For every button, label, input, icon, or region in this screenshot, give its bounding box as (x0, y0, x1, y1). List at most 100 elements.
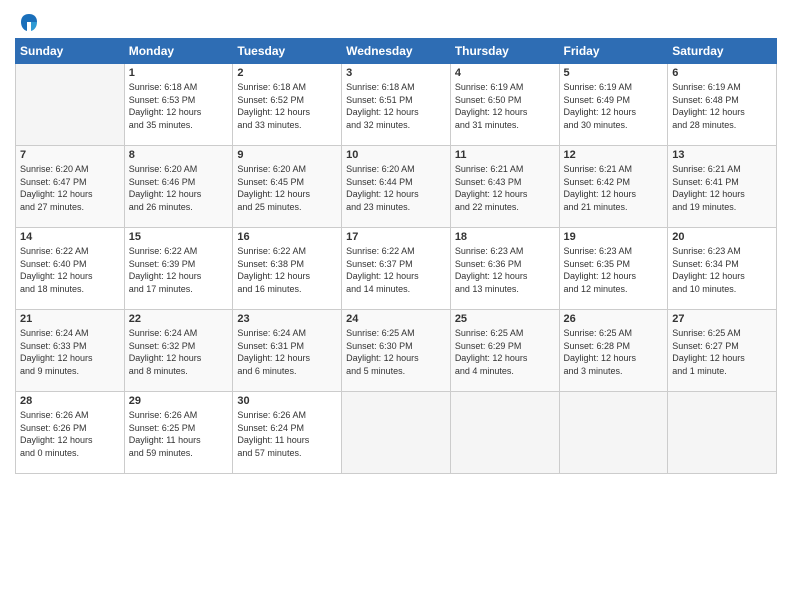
day-info: Sunrise: 6:19 AM Sunset: 6:48 PM Dayligh… (672, 81, 772, 131)
calendar-cell: 13Sunrise: 6:21 AM Sunset: 6:41 PM Dayli… (668, 146, 777, 228)
calendar-cell (450, 392, 559, 474)
day-number: 30 (237, 395, 337, 407)
day-info: Sunrise: 6:20 AM Sunset: 6:47 PM Dayligh… (20, 163, 120, 213)
day-number: 20 (672, 231, 772, 243)
day-info: Sunrise: 6:22 AM Sunset: 6:37 PM Dayligh… (346, 245, 446, 295)
week-row-4: 21 Sunrise: 6:24 AM Sunset: 6:33 PM Dayli… (16, 310, 777, 392)
logo (15, 10, 41, 30)
day-info: Sunrise: 6:26 AM Sunset: 6:26 PM Dayligh… (20, 409, 120, 459)
calendar-cell: 22Sunrise: 6:24 AM Sunset: 6:32 PM Dayli… (124, 310, 233, 392)
day-info: Sunrise: 6:22 AM Sunset: 6:38 PM Dayligh… (237, 245, 337, 295)
weekday-header-wednesday: Wednesday (342, 39, 451, 64)
day-info: Sunrise: 6:24 AM Sunset: 6:33 PM Dayligh… (20, 327, 120, 377)
calendar-cell: 29 Sunrise: 6:26 AM Sunset: 6:25 PM Dayli… (124, 392, 233, 474)
calendar-cell: 3 Sunrise: 6:18 AM Sunset: 6:51 PM Daylig… (342, 64, 451, 146)
page: SundayMondayTuesdayWednesdayThursdayFrid… (0, 0, 792, 612)
day-info: Sunrise: 6:22 AM Sunset: 6:40 PM Dayligh… (20, 245, 120, 295)
calendar-cell: 10 Sunrise: 6:20 AM Sunset: 6:44 PM Dayli… (342, 146, 451, 228)
header (15, 10, 777, 30)
day-number: 21 (20, 313, 120, 325)
day-number: 24 (346, 313, 446, 325)
calendar-table: SundayMondayTuesdayWednesdayThursdayFrid… (15, 38, 777, 474)
weekday-header-thursday: Thursday (450, 39, 559, 64)
day-number: 2 (237, 67, 337, 79)
calendar-cell: 6 Sunrise: 6:19 AM Sunset: 6:48 PM Daylig… (668, 64, 777, 146)
calendar-cell: 11Sunrise: 6:21 AM Sunset: 6:43 PM Dayli… (450, 146, 559, 228)
day-number: 29 (129, 395, 229, 407)
day-info: Sunrise: 6:23 AM Sunset: 6:36 PM Dayligh… (455, 245, 555, 295)
day-number: 17 (346, 231, 446, 243)
day-number: 15 (129, 231, 229, 243)
day-number: 22 (129, 313, 229, 325)
calendar-cell: 15 Sunrise: 6:22 AM Sunset: 6:39 PM Dayli… (124, 228, 233, 310)
day-number: 10 (346, 149, 446, 161)
calendar-cell (668, 392, 777, 474)
day-info: Sunrise: 6:25 AM Sunset: 6:30 PM Dayligh… (346, 327, 446, 377)
day-info: Sunrise: 6:19 AM Sunset: 6:50 PM Dayligh… (455, 81, 555, 131)
calendar-cell (16, 64, 125, 146)
calendar-cell: 16 Sunrise: 6:22 AM Sunset: 6:38 PM Dayli… (233, 228, 342, 310)
logo-icon (17, 10, 41, 34)
day-info: Sunrise: 6:20 AM Sunset: 6:44 PM Dayligh… (346, 163, 446, 213)
week-row-3: 14 Sunrise: 6:22 AM Sunset: 6:40 PM Dayli… (16, 228, 777, 310)
calendar-cell (559, 392, 668, 474)
calendar-cell: 17 Sunrise: 6:22 AM Sunset: 6:37 PM Dayli… (342, 228, 451, 310)
day-info: Sunrise: 6:26 AM Sunset: 6:25 PM Dayligh… (129, 409, 229, 459)
day-number: 7 (20, 149, 120, 161)
day-number: 23 (237, 313, 337, 325)
day-number: 12 (564, 149, 664, 161)
calendar-cell: 4 Sunrise: 6:19 AM Sunset: 6:50 PM Daylig… (450, 64, 559, 146)
calendar-cell: 2 Sunrise: 6:18 AM Sunset: 6:52 PM Daylig… (233, 64, 342, 146)
day-number: 14 (20, 231, 120, 243)
calendar-cell: 8 Sunrise: 6:20 AM Sunset: 6:46 PM Daylig… (124, 146, 233, 228)
weekday-header-friday: Friday (559, 39, 668, 64)
day-number: 25 (455, 313, 555, 325)
calendar-cell: 30 Sunrise: 6:26 AM Sunset: 6:24 PM Dayli… (233, 392, 342, 474)
weekday-header-tuesday: Tuesday (233, 39, 342, 64)
day-info: Sunrise: 6:25 AM Sunset: 6:29 PM Dayligh… (455, 327, 555, 377)
day-info: Sunrise: 6:23 AM Sunset: 6:34 PM Dayligh… (672, 245, 772, 295)
day-number: 18 (455, 231, 555, 243)
calendar-cell: 18 Sunrise: 6:23 AM Sunset: 6:36 PM Dayli… (450, 228, 559, 310)
weekday-header-sunday: Sunday (16, 39, 125, 64)
day-number: 19 (564, 231, 664, 243)
calendar-cell: 9Sunrise: 6:20 AM Sunset: 6:45 PM Daylig… (233, 146, 342, 228)
day-info: Sunrise: 6:25 AM Sunset: 6:28 PM Dayligh… (564, 327, 664, 377)
day-number: 3 (346, 67, 446, 79)
day-info: Sunrise: 6:18 AM Sunset: 6:53 PM Dayligh… (129, 81, 229, 131)
day-number: 28 (20, 395, 120, 407)
day-info: Sunrise: 6:22 AM Sunset: 6:39 PM Dayligh… (129, 245, 229, 295)
day-number: 8 (129, 149, 229, 161)
calendar-cell: 14 Sunrise: 6:22 AM Sunset: 6:40 PM Dayli… (16, 228, 125, 310)
day-info: Sunrise: 6:18 AM Sunset: 6:51 PM Dayligh… (346, 81, 446, 131)
day-number: 1 (129, 67, 229, 79)
week-row-2: 7 Sunrise: 6:20 AM Sunset: 6:47 PM Daylig… (16, 146, 777, 228)
day-info: Sunrise: 6:20 AM Sunset: 6:46 PM Dayligh… (129, 163, 229, 213)
calendar-cell: 23Sunrise: 6:24 AM Sunset: 6:31 PM Dayli… (233, 310, 342, 392)
day-info: Sunrise: 6:26 AM Sunset: 6:24 PM Dayligh… (237, 409, 337, 459)
day-info: Sunrise: 6:21 AM Sunset: 6:42 PM Dayligh… (564, 163, 664, 213)
day-number: 6 (672, 67, 772, 79)
weekday-header-saturday: Saturday (668, 39, 777, 64)
day-number: 9 (237, 149, 337, 161)
day-number: 4 (455, 67, 555, 79)
day-number: 26 (564, 313, 664, 325)
week-row-5: 28 Sunrise: 6:26 AM Sunset: 6:26 PM Dayli… (16, 392, 777, 474)
day-info: Sunrise: 6:19 AM Sunset: 6:49 PM Dayligh… (564, 81, 664, 131)
day-number: 16 (237, 231, 337, 243)
weekday-header-row: SundayMondayTuesdayWednesdayThursdayFrid… (16, 39, 777, 64)
day-info: Sunrise: 6:18 AM Sunset: 6:52 PM Dayligh… (237, 81, 337, 131)
calendar-cell: 5Sunrise: 6:19 AM Sunset: 6:49 PM Daylig… (559, 64, 668, 146)
calendar-cell: 20 Sunrise: 6:23 AM Sunset: 6:34 PM Dayli… (668, 228, 777, 310)
calendar-cell: 7 Sunrise: 6:20 AM Sunset: 6:47 PM Daylig… (16, 146, 125, 228)
calendar-cell: 27 Sunrise: 6:25 AM Sunset: 6:27 PM Dayli… (668, 310, 777, 392)
calendar-cell: 25 Sunrise: 6:25 AM Sunset: 6:29 PM Dayli… (450, 310, 559, 392)
calendar-cell: 19Sunrise: 6:23 AM Sunset: 6:35 PM Dayli… (559, 228, 668, 310)
calendar-cell: 21 Sunrise: 6:24 AM Sunset: 6:33 PM Dayli… (16, 310, 125, 392)
calendar-cell: 1 Sunrise: 6:18 AM Sunset: 6:53 PM Daylig… (124, 64, 233, 146)
day-number: 27 (672, 313, 772, 325)
day-number: 11 (455, 149, 555, 161)
day-info: Sunrise: 6:25 AM Sunset: 6:27 PM Dayligh… (672, 327, 772, 377)
calendar-cell (342, 392, 451, 474)
calendar-cell: 12 Sunrise: 6:21 AM Sunset: 6:42 PM Dayli… (559, 146, 668, 228)
